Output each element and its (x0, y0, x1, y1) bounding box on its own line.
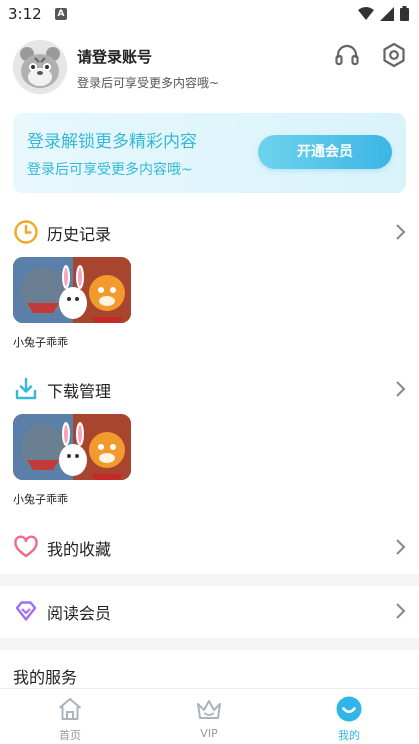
history-thumbnail[interactable] (13, 257, 131, 323)
avatar[interactable] (13, 40, 67, 94)
tiger-avatar-icon (13, 40, 67, 94)
section-divider (0, 638, 419, 650)
home-icon (58, 698, 82, 720)
services-section: 我的服务 (0, 664, 419, 688)
login-prompt-subtitle: 登录后可享受更多内容哦~ (77, 76, 220, 90)
tab-mine[interactable]: 我的 (309, 689, 389, 744)
chevron-right-icon (396, 539, 406, 555)
downloads-title: 下载管理 (47, 382, 112, 401)
status-time: 3:12 (8, 5, 42, 23)
tab-home[interactable]: 首页 (30, 689, 110, 744)
download-thumbnail[interactable] (13, 414, 131, 480)
settings-gear-icon[interactable] (380, 41, 408, 69)
profile-header: 请登录账号 登录后可享受更多内容哦~ (0, 36, 419, 104)
tab-vip[interactable]: VIP (169, 689, 249, 744)
diamond-icon (15, 601, 37, 621)
services-title: 我的服务 (13, 668, 78, 687)
history-section: 历史记录 小兔子乖乖 (0, 217, 419, 357)
open-membership-button[interactable]: 开通会员 (258, 135, 392, 169)
smile-icon (336, 696, 362, 722)
heart-icon (14, 535, 38, 558)
signal-icon (380, 6, 394, 21)
download-item-label[interactable]: 小兔子乖乖 (13, 491, 68, 507)
reading-vip-title: 阅读会员 (47, 604, 112, 623)
system-icons (358, 6, 409, 21)
cartoon-thumbnail-icon (13, 414, 131, 480)
favorites-row[interactable]: 我的收藏 (0, 532, 419, 562)
vip-banner[interactable]: 登录解锁更多精彩内容 登录后可享受更多内容哦~ 开通会员 (13, 113, 406, 193)
crown-icon (197, 700, 221, 719)
bottom-tab-bar: 首页 VIP 我的 (0, 688, 419, 744)
battery-icon (400, 6, 409, 21)
headset-icon[interactable] (333, 42, 361, 70)
wifi-icon (358, 6, 374, 20)
tab-home-label: 首页 (59, 729, 81, 742)
vip-banner-title: 登录解锁更多精彩内容 (27, 132, 197, 152)
chevron-right-icon (396, 381, 406, 397)
history-title: 历史记录 (47, 225, 112, 244)
downloads-header[interactable]: 下载管理 (0, 374, 419, 404)
tab-vip-label: VIP (200, 727, 218, 740)
favorites-title: 我的收藏 (47, 540, 112, 559)
status-bar: 3:12 A (0, 0, 419, 30)
downloads-section: 下载管理 小兔子乖乖 (0, 374, 419, 514)
clock-icon (14, 220, 38, 244)
history-header[interactable]: 历史记录 (0, 217, 419, 247)
cartoon-thumbnail-icon (13, 257, 131, 323)
favorites-header[interactable]: 我的收藏 (0, 532, 419, 562)
tab-mine-label: 我的 (338, 729, 360, 742)
reading-vip-row[interactable]: 阅读会员 (0, 596, 419, 626)
vip-banner-subtitle: 登录后可享受更多内容哦~ (27, 162, 193, 178)
chevron-right-icon (396, 603, 406, 619)
reading-vip-header[interactable]: 阅读会员 (0, 596, 419, 626)
download-icon (15, 377, 37, 400)
login-prompt-title[interactable]: 请登录账号 (77, 46, 152, 67)
history-item-label[interactable]: 小兔子乖乖 (13, 334, 68, 350)
section-divider (0, 574, 419, 586)
notification-a-icon: A (55, 8, 67, 20)
chevron-right-icon (396, 224, 406, 240)
